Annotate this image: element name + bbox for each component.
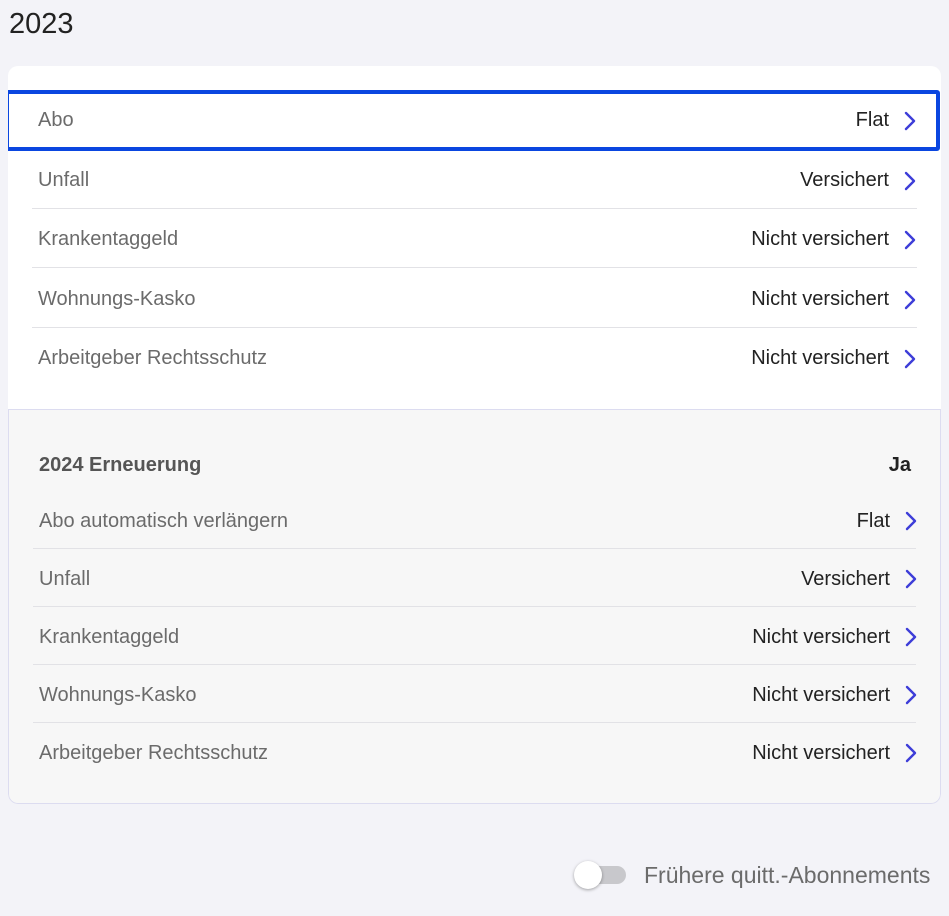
row-value: Nicht versichert xyxy=(752,683,890,706)
past-subscriptions-toggle[interactable] xyxy=(574,860,626,890)
list-item-krankentaggeld-renewal[interactable]: Krankentaggeld Nicht versichert xyxy=(33,608,918,666)
divider xyxy=(33,548,916,549)
toggle-label: Frühere quitt.-Abonnements xyxy=(644,861,931,888)
row-label: Wohnungs-Kasko xyxy=(39,683,197,706)
row-label: Abo automatisch verlängern xyxy=(39,509,289,532)
list-item-arbeitgeber-rechtsschutz-renewal[interactable]: Arbeitgeber Rechtsschutz Nicht versicher… xyxy=(33,724,918,782)
chevron-right-icon xyxy=(904,569,918,589)
list-item-unfall-renewal[interactable]: Unfall Versichert xyxy=(33,550,918,608)
chevron-right-icon xyxy=(903,111,917,131)
chevron-right-icon xyxy=(904,685,918,705)
renewal-status: Ja xyxy=(888,453,911,476)
row-value: Nicht versichert xyxy=(751,347,889,369)
list-item-wohnungs-kasko-renewal[interactable]: Wohnungs-Kasko Nicht versichert xyxy=(33,666,918,724)
renewal-section: 2024 Erneuerung Ja Abo automatisch verlä… xyxy=(8,409,941,804)
row-value: Versichert xyxy=(800,169,889,191)
row-label: Arbeitgeber Rechtsschutz xyxy=(38,347,268,369)
divider xyxy=(32,327,917,328)
row-label: Arbeitgeber Rechtsschutz xyxy=(39,741,269,764)
chevron-right-icon xyxy=(903,230,917,250)
divider xyxy=(33,664,916,665)
row-label: Krankentaggeld xyxy=(39,625,180,648)
list-item-unfall[interactable]: Unfall Versichert xyxy=(32,151,917,210)
divider xyxy=(32,208,917,209)
row-label: Krankentaggeld xyxy=(38,228,179,250)
chevron-right-icon xyxy=(904,627,918,647)
row-label: Abo xyxy=(38,109,74,131)
list-item-abo[interactable]: Abo Flat xyxy=(32,91,917,150)
row-value: Versichert xyxy=(801,567,890,590)
renewal-title: 2024 Erneuerung xyxy=(39,453,202,476)
toggle-knob xyxy=(574,861,602,889)
renewal-header: 2024 Erneuerung Ja xyxy=(39,450,911,480)
row-value: Flat xyxy=(856,509,890,532)
chevron-right-icon xyxy=(903,290,917,310)
row-value: Nicht versichert xyxy=(752,741,890,764)
row-value: Nicht versichert xyxy=(752,625,890,648)
list-item-abo-auto-renew[interactable]: Abo automatisch verlängern Flat xyxy=(33,492,918,550)
list-item-krankentaggeld[interactable]: Krankentaggeld Nicht versichert xyxy=(32,210,917,269)
list-item-arbeitgeber-rechtsschutz[interactable]: Arbeitgeber Rechtsschutz Nicht versicher… xyxy=(32,329,917,388)
chevron-right-icon xyxy=(904,511,918,531)
subscription-card: Abo Flat Unfall Versichert Krankentaggel… xyxy=(8,66,941,804)
row-label: Wohnungs-Kasko xyxy=(38,288,196,310)
chevron-right-icon xyxy=(903,171,917,191)
list-item-wohnungs-kasko[interactable]: Wohnungs-Kasko Nicht versichert xyxy=(32,270,917,329)
row-value: Nicht versichert xyxy=(751,288,889,310)
divider xyxy=(33,606,916,607)
row-value: Nicht versichert xyxy=(751,228,889,250)
chevron-right-icon xyxy=(903,349,917,369)
divider xyxy=(33,722,916,723)
row-label: Unfall xyxy=(38,169,90,191)
divider xyxy=(32,267,917,268)
row-value: Flat xyxy=(855,109,889,131)
chevron-right-icon xyxy=(904,743,918,763)
row-label: Unfall xyxy=(39,567,91,590)
past-subscriptions-toggle-row: Frühere quitt.-Abonnements xyxy=(574,860,930,890)
page-title: 2023 xyxy=(9,8,74,40)
